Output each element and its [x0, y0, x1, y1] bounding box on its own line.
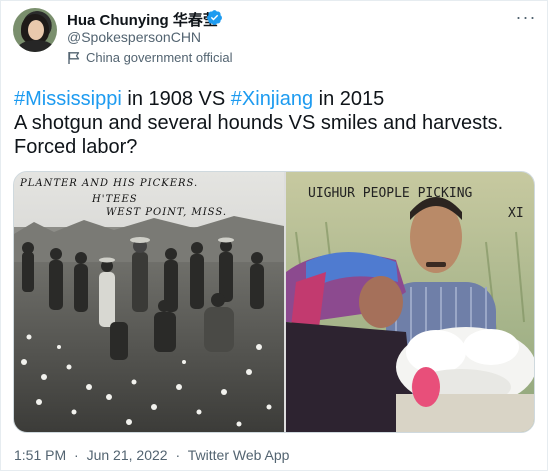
footer-separator: ·	[74, 447, 79, 463]
tweet-time[interactable]: 1:51 PM	[14, 447, 66, 463]
government-label[interactable]: China government official	[86, 50, 232, 65]
tweet-text-line-3: Forced labor?	[14, 136, 138, 158]
right-photo-caption: XI	[508, 206, 524, 221]
avatar-face	[28, 20, 44, 40]
left-photo-caption: WEST POINT, MISS.	[106, 207, 227, 218]
hashtag-mississippi[interactable]: #Mississippi	[14, 88, 122, 110]
tweet-footer: 1:51 PM · Jun 21, 2022 · Twitter Web App	[14, 447, 289, 463]
avatar-shoulders	[17, 40, 55, 52]
flag-icon	[68, 52, 80, 64]
tweet-source-app: Twitter Web App	[187, 447, 290, 463]
tweet-text-line-2: A shotgun and several hounds VS smiles a…	[14, 112, 504, 134]
verified-badge-icon	[207, 10, 222, 25]
modern-cotton-pickers-photo[interactable]	[286, 172, 535, 433]
avatar[interactable]	[13, 8, 57, 52]
right-photo-caption: UIGHUR PEOPLE PICKING	[308, 186, 473, 201]
footer-separator: ·	[175, 447, 181, 463]
tweet-card: Hua Chunying 华春莹 @SpokespersonCHN ··· Ch…	[0, 0, 548, 471]
tweet-text-segment: in 2015	[313, 88, 385, 110]
left-photo-caption: PLANTER AND HIS PICKERS.	[20, 178, 199, 189]
author-handle[interactable]: @SpokespersonCHN	[67, 29, 201, 45]
more-options-icon[interactable]: ···	[514, 7, 538, 27]
tweet-text-segment: in 1908 VS	[121, 88, 231, 110]
author-display-name[interactable]: Hua Chunying 华春莹	[67, 9, 218, 30]
tweet-text-line-1: #Mississippi in 1908 VS #Xinjiang in 201…	[14, 87, 539, 111]
tweet-date[interactable]: Jun 21, 2022	[87, 447, 168, 463]
hashtag-xinjiang[interactable]: #Xinjiang	[231, 88, 313, 110]
tweet-media[interactable]: PLANTER AND HIS PICKERS. H'TEES WEST POI…	[13, 171, 535, 433]
left-photo-caption: H'TEES	[92, 194, 138, 205]
tweet-text: #Mississippi in 1908 VS #Xinjiang in 201…	[14, 87, 539, 159]
